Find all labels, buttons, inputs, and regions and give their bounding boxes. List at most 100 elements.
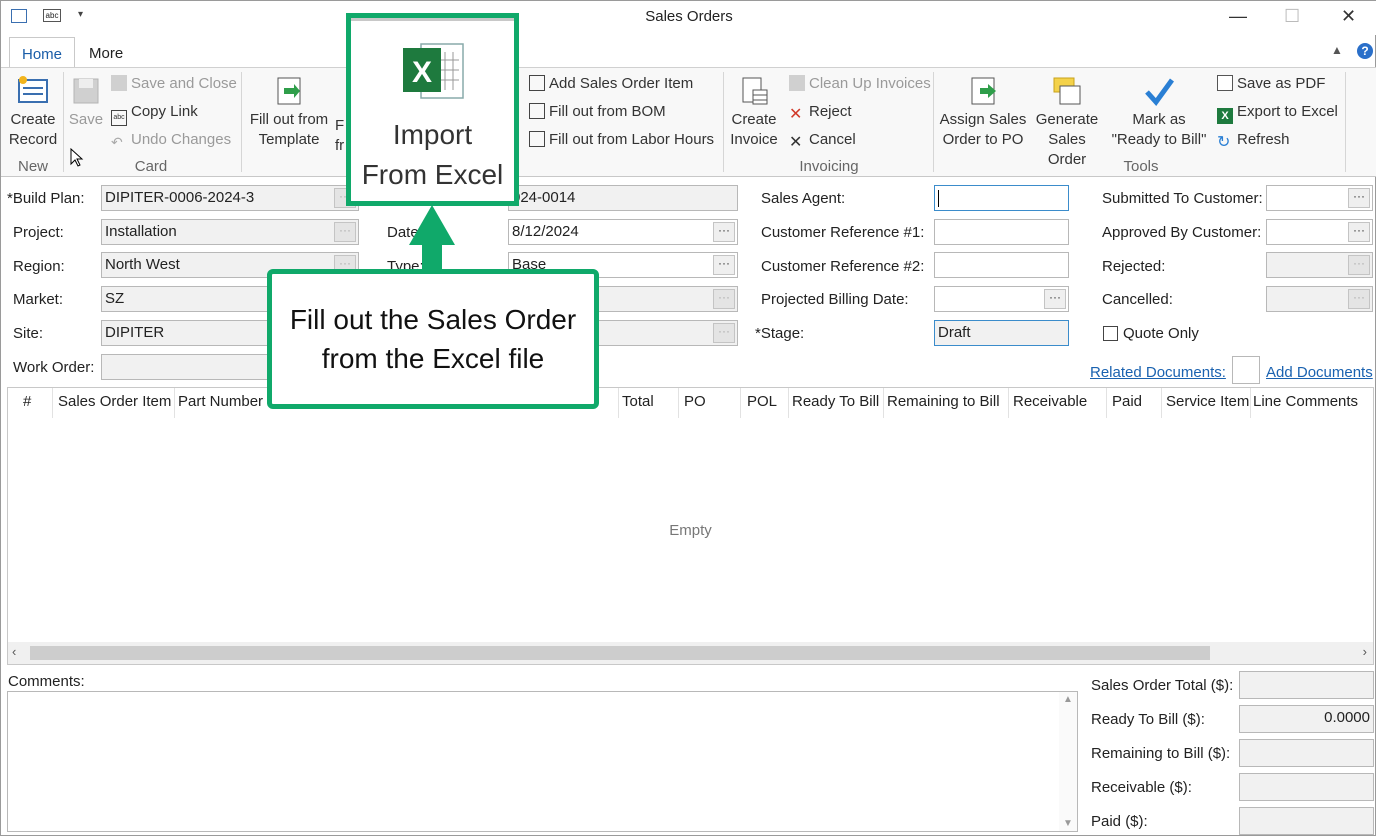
callout-arrow-icon: [409, 205, 455, 271]
divider: [174, 388, 175, 418]
minimize-button[interactable]: —: [1229, 6, 1247, 27]
date-field[interactable]: 8/12/2024 ···: [508, 219, 738, 245]
copy-link-button[interactable]: abc Copy Link: [111, 101, 198, 126]
fill-from-labor-button[interactable]: Fill out from Labor Hours: [529, 129, 714, 151]
undo-icon: ↶: [111, 134, 123, 150]
related-documents-box[interactable]: [1232, 356, 1260, 384]
generate-sales-order-button[interactable]: Generate Sales Order: [1027, 76, 1107, 170]
customer-reference-1-field[interactable]: [934, 219, 1069, 245]
collapse-ribbon-icon[interactable]: ▲: [1331, 43, 1343, 57]
middle-field-4-lookup-button[interactable]: ···: [713, 289, 735, 309]
cancelled-field[interactable]: ···: [1266, 286, 1373, 312]
comments-vertical-scrollbar[interactable]: ▲ ▼: [1059, 692, 1077, 831]
add-sales-order-item-button[interactable]: Add Sales Order Item: [529, 73, 693, 95]
approved-date-picker-button[interactable]: ···: [1348, 222, 1370, 242]
sales-agent-label: Sales Agent:: [761, 190, 846, 207]
clean-up-invoices-button[interactable]: Clean Up Invoices: [789, 73, 931, 95]
submitted-date-picker-button[interactable]: ···: [1348, 188, 1370, 208]
related-documents-link[interactable]: Related Documents:: [1090, 364, 1226, 381]
column-header-receivable[interactable]: Receivable: [1013, 393, 1087, 410]
divider: [618, 388, 619, 418]
column-header-remaining-to-bill[interactable]: Remaining to Bill: [887, 393, 1000, 410]
column-header-part-number[interactable]: Part Number: [178, 393, 263, 410]
approved-by-customer-field[interactable]: ···: [1266, 219, 1373, 245]
ready-to-bill-label: Ready To Bill ($):: [1091, 711, 1205, 728]
quote-only-checkbox[interactable]: [1103, 326, 1118, 341]
column-header-number[interactable]: #: [23, 393, 31, 410]
column-header-po[interactable]: PO: [684, 393, 706, 410]
divider: [1161, 388, 1162, 418]
mark-ready-to-bill-button[interactable]: Mark as "Ready to Bill": [1109, 76, 1209, 150]
rejected-field[interactable]: ···: [1266, 252, 1373, 278]
projected-billing-date-field[interactable]: ···: [934, 286, 1069, 312]
column-header-paid[interactable]: Paid: [1112, 393, 1142, 410]
sales-agent-field[interactable]: [934, 185, 1069, 211]
scroll-left-icon[interactable]: ‹: [12, 644, 16, 659]
column-header-sales-order-item[interactable]: Sales Order Item: [58, 393, 171, 410]
callout-text-line2: from the Excel file: [321, 343, 545, 374]
customer-reference-2-field[interactable]: [934, 252, 1069, 278]
maximize-button[interactable]: ☐: [1284, 6, 1300, 27]
stage-field[interactable]: Draft: [934, 320, 1069, 346]
cancelled-date-picker-button[interactable]: ···: [1348, 289, 1370, 309]
date-picker-button[interactable]: ···: [713, 222, 735, 242]
save-and-close-button[interactable]: Save and Close: [111, 73, 237, 95]
middle-field-5-lookup-button[interactable]: ···: [713, 323, 735, 343]
fill-from-bom-button[interactable]: Fill out from BOM: [529, 101, 666, 123]
help-icon[interactable]: ?: [1357, 43, 1373, 59]
column-header-service-item[interactable]: Service Item: [1166, 393, 1249, 410]
scroll-right-icon[interactable]: ›: [1363, 644, 1367, 659]
rejected-date-picker-button[interactable]: ···: [1348, 255, 1370, 275]
stage-label: *Stage:: [755, 325, 805, 342]
sales-order-number-field[interactable]: 024-0014: [508, 185, 738, 211]
excel-icon: X: [403, 43, 464, 99]
save-as-pdf-button[interactable]: Save as PDF: [1217, 73, 1325, 95]
fill-from-template-label: Fill out from Template: [249, 111, 329, 148]
pdf-icon: [1217, 75, 1233, 91]
approved-by-customer-label: Approved By Customer:: [1102, 224, 1262, 241]
cancel-button[interactable]: ✕ Cancel: [789, 129, 856, 151]
market-value: SZ: [105, 290, 125, 307]
region-value: North West: [105, 256, 180, 273]
sales-order-items-grid[interactable]: # Sales Order Item Part Number Total PO …: [7, 387, 1374, 665]
group-new-label: New: [17, 158, 48, 175]
column-header-line-comments[interactable]: Line Comments: [1253, 393, 1358, 410]
cancel-icon: ✕: [789, 134, 803, 151]
undo-changes-button[interactable]: ↶ Undo Changes: [111, 129, 231, 151]
tab-more[interactable]: More: [77, 37, 135, 67]
svg-text:X: X: [412, 56, 432, 89]
grid-empty-text: Empty: [669, 522, 712, 539]
fill-from-template-button[interactable]: Fill out from Template: [245, 76, 333, 150]
refresh-button[interactable]: ↻ Refresh: [1217, 129, 1290, 151]
close-button[interactable]: ✕: [1341, 6, 1356, 27]
build-plan-field[interactable]: DIPITER-0006-2024-3 ···: [101, 185, 359, 211]
remaining-to-bill-label: Remaining to Bill ($):: [1091, 745, 1231, 762]
list-icon: [529, 131, 545, 147]
add-documents-link[interactable]: Add Documents: [1266, 364, 1373, 381]
reject-button[interactable]: ✕ Reject: [789, 101, 852, 123]
column-header-ready-to-bill[interactable]: Ready To Bill: [792, 393, 879, 410]
clean-up-invoices-label: Clean Up Invoices: [809, 75, 931, 92]
column-header-pol[interactable]: POL: [747, 393, 777, 410]
projected-billing-date-picker-button[interactable]: ···: [1044, 289, 1066, 309]
type-lookup-button[interactable]: ···: [713, 255, 735, 275]
divider: [1345, 72, 1346, 172]
create-record-button[interactable]: Create Record: [5, 76, 61, 150]
horizontal-scroll-thumb[interactable]: [30, 646, 1210, 660]
submitted-to-customer-label: Submitted To Customer:: [1102, 190, 1263, 207]
scroll-down-icon[interactable]: ▼: [1063, 818, 1073, 829]
save-button[interactable]: Save: [67, 76, 105, 130]
horizontal-scrollbar[interactable]: ‹ ›: [8, 642, 1373, 664]
export-to-excel-button[interactable]: X Export to Excel: [1217, 101, 1338, 124]
project-lookup-button[interactable]: ···: [334, 222, 356, 242]
project-field[interactable]: Installation ···: [101, 219, 359, 245]
fill-template-icon: [277, 77, 301, 105]
import-from-excel-button[interactable]: X Import From Excel: [346, 13, 519, 206]
assign-sales-order-button[interactable]: Assign Sales Order to PO: [939, 76, 1027, 150]
comments-field[interactable]: ▲ ▼: [7, 691, 1078, 832]
scroll-up-icon[interactable]: ▲: [1063, 694, 1073, 705]
tab-home[interactable]: Home: [9, 37, 76, 67]
create-invoice-button[interactable]: Create Invoice: [729, 76, 779, 150]
column-header-total[interactable]: Total: [622, 393, 654, 410]
submitted-to-customer-field[interactable]: ···: [1266, 185, 1373, 211]
